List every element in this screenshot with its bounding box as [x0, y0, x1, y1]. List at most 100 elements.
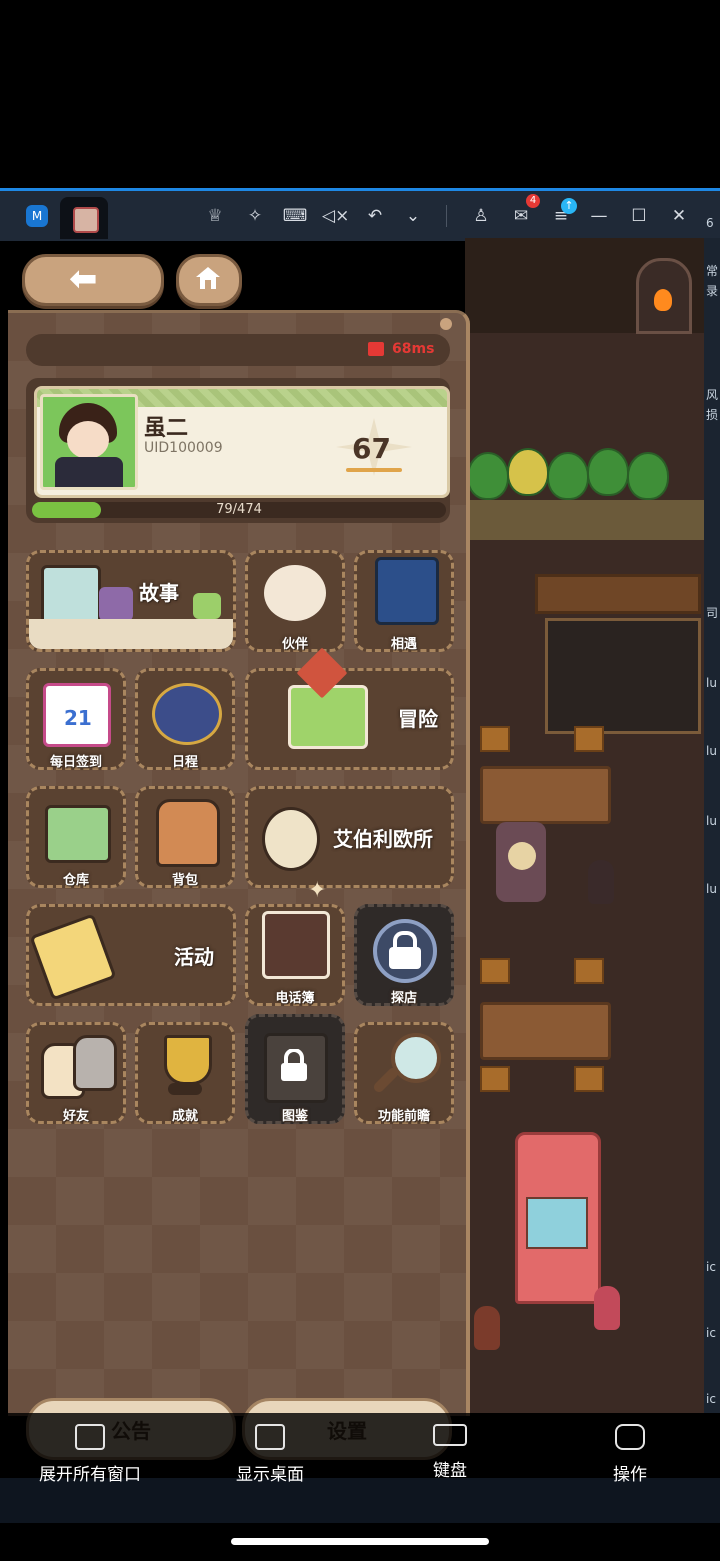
expand-all-windows-label: 展开所有窗口 [39, 1465, 141, 1485]
keyboard-icon [433, 1424, 467, 1446]
lamp-decoration [496, 822, 546, 902]
npc-character [594, 1286, 620, 1330]
strip-text: 损 [706, 408, 719, 422]
schedule-tile[interactable]: 日程 [135, 668, 235, 770]
lock-icon [373, 919, 437, 983]
story-tile[interactable]: 故事 [26, 550, 236, 652]
home-icon [196, 267, 220, 289]
adventure-label: 冒险 [398, 707, 438, 731]
strip-text: 常 [706, 264, 719, 278]
strip-text: ic [706, 1326, 716, 1340]
phonebook-icon [262, 911, 330, 979]
strip-text: lu [706, 676, 717, 690]
xp-progress-text: 79/474 [216, 502, 262, 517]
back-button[interactable]: ⬅ [22, 254, 164, 306]
network-status-bar [26, 334, 450, 366]
level-underline [346, 468, 402, 472]
chevron-down-icon[interactable]: ⌄ [400, 203, 426, 229]
operate-button[interactable]: 操作 [540, 1424, 720, 1485]
strip-text: lu [706, 814, 717, 828]
achievements-tile[interactable]: 成就 [135, 1022, 235, 1124]
partner-label: 伙伴 [281, 637, 308, 652]
warehouse-tile[interactable]: 仓库 [26, 786, 126, 888]
abel-office-label: 艾伯利欧所 [333, 827, 433, 851]
phonebook-label: 电话簿 [275, 991, 315, 1006]
keyboard-icon[interactable]: ⌨ [282, 203, 308, 229]
owl-icon [262, 807, 320, 871]
maximize-icon[interactable]: ☐ [626, 203, 652, 229]
desktop-icon [255, 1424, 285, 1450]
strip-text: 6 [706, 216, 714, 230]
keyboard-label: 键盘 [433, 1461, 467, 1481]
shop-label: 探店 [390, 991, 417, 1006]
abel-office-tile[interactable]: 艾伯利欧所 [245, 786, 454, 888]
keyboard-button[interactable]: 键盘 [360, 1424, 540, 1481]
calendar-day: 21 [64, 706, 92, 730]
shop-tile[interactable]: 探店 [354, 904, 454, 1006]
schedule-emblem-icon [152, 683, 222, 745]
avatar[interactable] [40, 394, 138, 490]
claw-machine [515, 1132, 601, 1304]
undo-icon[interactable]: ↶ [362, 203, 388, 229]
collection-label: 图鉴 [281, 1109, 308, 1124]
sparkle-icon: ✦ [308, 878, 327, 903]
active-app-tab[interactable] [60, 197, 108, 239]
adventure-tile[interactable]: 冒险 [245, 647, 454, 770]
friends-tile[interactable]: 好友 [26, 1022, 126, 1124]
mute-icon[interactable]: ◁× [322, 203, 349, 229]
backpack-label: 背包 [171, 873, 198, 888]
strip-text: 司 [706, 606, 719, 620]
mail-badge: 4 [526, 194, 540, 208]
emulator-toolbar: M ♕ ✧ ⌨ ◁× ↶ ⌄ ♙ ✉ ≡ — ☐ ✕ [0, 188, 720, 241]
player-level: 67 [352, 432, 391, 465]
update-badge-icon: ↑ [561, 198, 577, 214]
strip-text: lu [706, 744, 717, 758]
crown-icon[interactable]: ♕ [202, 203, 228, 229]
calendar-icon: 21 [43, 683, 111, 747]
npc-character [588, 860, 614, 904]
app-logo-icon[interactable]: M [26, 205, 48, 227]
activity-label: 活动 [174, 945, 214, 969]
partner-tile[interactable]: 伙伴 [245, 550, 345, 652]
show-desktop-button[interactable]: 显示桌面 [180, 1424, 360, 1485]
player-uid: UID100009 [144, 440, 223, 456]
game-thumbnail-icon [73, 207, 99, 233]
collection-tile[interactable]: 图鉴 [245, 1014, 345, 1124]
ping-value: 68ms [392, 341, 435, 357]
minimize-icon[interactable]: — [586, 203, 612, 229]
npc-character [474, 1306, 500, 1350]
daily-signin-label: 每日签到 [49, 755, 102, 770]
expand-all-windows-button[interactable]: 展开所有窗口 [0, 1424, 180, 1485]
feature-preview-tile[interactable]: 功能前瞻 [354, 1022, 454, 1124]
arrow-left-icon: ⬅ [69, 259, 98, 299]
trophy-icon [164, 1035, 212, 1085]
user-icon[interactable]: ♙ [468, 203, 494, 229]
lock-icon [281, 1049, 307, 1081]
strip-text: ic [706, 1260, 716, 1274]
panel-corner-rivet [440, 318, 452, 330]
grid-icon [75, 1424, 105, 1450]
strip-text: lu [706, 882, 717, 896]
activity-tile[interactable]: 活动 [26, 904, 236, 1006]
pin-icon[interactable]: ✧ [242, 203, 268, 229]
strip-text: 录 [706, 284, 719, 298]
phonebook-tile[interactable]: 电话簿 [245, 904, 345, 1006]
warehouse-label: 仓库 [62, 873, 89, 888]
backpack-icon [156, 799, 220, 867]
adventure-map-icon [288, 685, 368, 749]
warehouse-box-icon [45, 805, 111, 863]
friends-label: 好友 [62, 1109, 89, 1124]
close-icon[interactable]: ✕ [666, 203, 692, 229]
home-button[interactable] [176, 254, 242, 306]
signal-icon [368, 342, 384, 356]
party-popper-icon [29, 913, 117, 1001]
player-name: 虽二 [144, 416, 189, 441]
story-label: 故事 [139, 581, 179, 605]
home-indicator[interactable] [231, 1538, 489, 1545]
daily-signin-tile[interactable]: 21 每日签到 [26, 668, 126, 770]
encounter-tile[interactable]: 相遇 [354, 550, 454, 652]
operate-label: 操作 [613, 1465, 647, 1485]
backpack-tile[interactable]: 背包 [135, 786, 235, 888]
encounter-icon [375, 557, 439, 625]
feature-preview-label: 功能前瞻 [377, 1109, 430, 1124]
